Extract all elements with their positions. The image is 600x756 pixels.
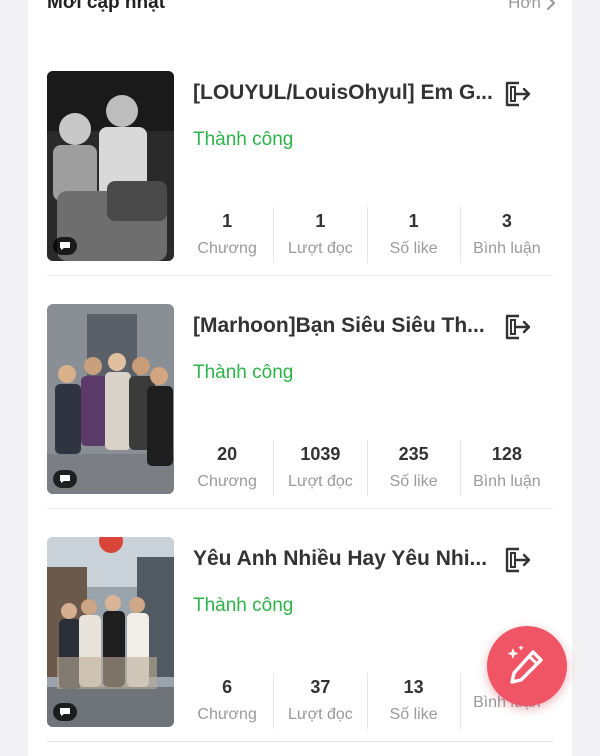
chat-bubble-icon [53,703,77,721]
stat-chapters: 20 Chương [181,440,273,496]
stat-value: 3 [501,211,512,231]
story-cover[interactable] [47,304,174,494]
stat-likes: 1 Số like [366,207,460,263]
chat-bubble-icon [53,237,77,255]
exit-icon[interactable] [502,312,532,342]
story-item[interactable]: [Marhoon]Bạn Siêu Siêu Th... Thành công … [47,304,553,509]
stat-value: 1 [315,211,326,231]
section-header: Mới cập nhật Hơn [47,0,557,18]
story-title[interactable]: [LOUYUL/LouisOhyul] Em G... [193,81,493,105]
stat-label: Số like [389,473,438,490]
stat-chapters: 1 Chương [181,207,273,263]
stat-chapters: 6 Chương [181,673,273,729]
stat-likes: 235 Số like [366,440,460,496]
stat-reads: 1039 Lượt đọc [273,440,366,496]
story-stats: 20 Chương 1039 Lượt đọc 235 Số like 128 … [181,440,553,496]
stat-label: Chương [197,240,257,257]
story-status: Thành công [193,362,294,383]
story-status: Thành công [193,595,294,616]
stat-label: Lượt đọc [287,240,353,257]
stat-value: 6 [222,677,233,697]
stat-label: Chương [197,706,257,723]
stat-value: 13 [403,677,424,697]
section-title: Mới cập nhật [47,0,166,13]
story-cover[interactable] [47,537,174,727]
stat-comments: 3 Bình luận [459,207,553,263]
stat-label: Số like [389,240,438,257]
more-link-label: Hơn [508,0,541,12]
story-item[interactable]: Yêu Anh Nhiều Hay Yêu Nhi... Thành công … [47,537,553,742]
stat-likes: 13 Số like [366,673,460,729]
stat-value: 20 [217,444,238,464]
magic-pencil-icon [507,645,543,684]
write-fab-button[interactable] [487,626,567,706]
stat-comments: 128 Bình luận [459,440,553,496]
stat-label: Bình luận [473,473,541,490]
stat-value: 1 [408,211,419,231]
story-stats: 1 Chương 1 Lượt đọc 1 Số like 3 Bình luậ… [181,207,553,263]
stat-value: 1 [222,211,233,231]
stat-label: Lượt đọc [287,706,353,723]
chevron-right-icon [546,0,556,11]
story-title[interactable]: [Marhoon]Bạn Siêu Siêu Th... [193,314,493,338]
stat-value: 37 [310,677,331,697]
stat-label: Chương [197,473,257,490]
story-title[interactable]: Yêu Anh Nhiều Hay Yêu Nhi... [193,547,493,571]
chat-bubble-icon [53,470,77,488]
stat-reads: 1 Lượt đọc [273,207,366,263]
story-item[interactable]: [LOUYUL/LouisOhyul] Em G... Thành công 1… [47,71,553,276]
story-status: Thành công [193,129,294,150]
stat-value: 235 [398,444,429,464]
stat-label: Bình luận [473,240,541,257]
stat-label: Số like [389,706,438,723]
more-link[interactable]: Hơn [508,0,557,13]
exit-icon[interactable] [502,79,532,109]
stat-value: 1039 [300,444,341,464]
stat-label: Lượt đọc [287,473,353,490]
stat-reads: 37 Lượt đọc [273,673,366,729]
exit-icon[interactable] [502,545,532,575]
story-cover[interactable] [47,71,174,261]
stat-value: 128 [491,444,522,464]
